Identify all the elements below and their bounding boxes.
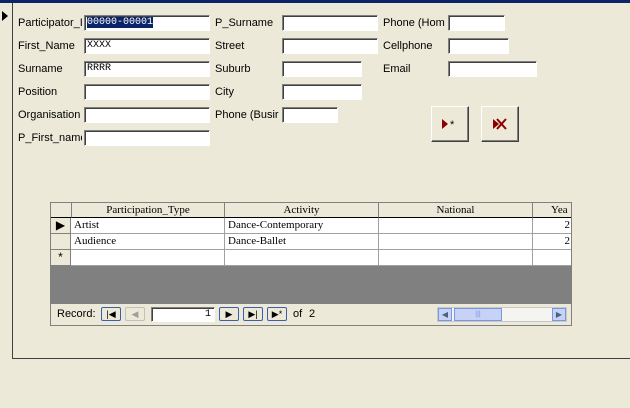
table-cell[interactable] (379, 234, 533, 250)
title-bar-strip (0, 0, 630, 3)
p-first-name-label: P_First_name (18, 132, 82, 144)
new-row-icon: * (58, 250, 63, 264)
scroll-right-arrow-icon[interactable]: ▶ (552, 308, 566, 321)
table-cell[interactable]: Dance-Contemporary (225, 218, 379, 234)
street-label: Street (215, 40, 245, 52)
city-field[interactable] (282, 84, 362, 100)
participator-id-label: Participator_I (18, 17, 82, 29)
table-cell[interactable]: 2 (533, 234, 571, 250)
scroll-thumb[interactable]: ||| (454, 308, 502, 321)
suburb-label: Suburb (215, 63, 251, 75)
column-header-national[interactable]: National (379, 203, 533, 218)
row-selector[interactable]: ▶ (51, 218, 71, 234)
table-cell[interactable]: Artist (71, 218, 225, 234)
form-bottom-border (12, 358, 630, 359)
horizontal-scrollbar[interactable]: ◀ ||| ▶ (437, 307, 567, 322)
p-surname-label: P_Surname (215, 17, 274, 29)
row-selector[interactable] (51, 234, 71, 250)
new-row-cell[interactable] (533, 250, 571, 266)
new-row-cell[interactable] (71, 250, 225, 266)
street-field[interactable] (282, 38, 378, 54)
column-header-year[interactable]: Yea (533, 203, 571, 218)
position-label: Position (18, 86, 58, 98)
organisation-field[interactable] (84, 107, 210, 123)
delete-record-icon (493, 118, 507, 130)
first-record-icon: |◀ (106, 309, 116, 319)
city-label: City (215, 86, 234, 98)
email-label: Email (383, 63, 411, 75)
cellphone-label: Cellphone (383, 40, 433, 52)
surname-field[interactable]: RRRR (84, 61, 210, 77)
next-record-button[interactable]: ▶ (219, 307, 239, 321)
new-row-selector[interactable]: * (51, 250, 71, 266)
new-record-nav-button[interactable]: ▶* (267, 307, 287, 321)
current-record-field[interactable]: 1 (151, 307, 215, 322)
surname-label: Surname (18, 63, 63, 75)
phone-business-label: Phone (Busir (215, 109, 279, 121)
table-cell[interactable] (379, 218, 533, 234)
p-surname-field[interactable] (282, 15, 378, 31)
new-row-cell[interactable] (225, 250, 379, 266)
phone-business-field[interactable] (282, 107, 338, 123)
column-header-activity[interactable]: Activity (225, 203, 379, 218)
previous-record-icon: ◀ (131, 309, 139, 319)
next-record-icon: ▶ (225, 309, 233, 319)
datasheet-empty-area (51, 266, 571, 304)
new-record-button[interactable]: * (431, 106, 469, 142)
participator-id-value: 00000-00001 (87, 17, 154, 28)
record-label: Record: (57, 308, 96, 320)
delete-record-button[interactable] (481, 106, 519, 142)
record-navigator: Record: |◀ ◀ 1 ▶ ▶| ▶* of 2 ◀ ||| ▶ (51, 304, 571, 325)
current-row-icon: ▶ (55, 218, 66, 232)
scroll-left-arrow-icon[interactable]: ◀ (438, 308, 452, 321)
total-records: 2 (309, 308, 316, 320)
svg-text:*: * (450, 119, 455, 130)
column-header-participation-type[interactable]: Participation_Type (72, 203, 225, 218)
new-row-cell[interactable] (379, 250, 533, 266)
organisation-label: Organisation (18, 109, 81, 121)
phone-home-field[interactable] (448, 15, 505, 31)
suburb-field[interactable] (282, 61, 362, 77)
p-first-name-field[interactable] (84, 130, 210, 146)
first-record-button[interactable]: |◀ (101, 307, 121, 321)
first-name-field[interactable]: XXXX (84, 38, 210, 54)
participation-subform[interactable]: Participation_Type Activity National Yea… (50, 202, 572, 326)
participator-id-field[interactable]: 00000-00001 (84, 15, 210, 31)
table-cell[interactable]: Dance-Ballet (225, 234, 379, 250)
first-name-label: First_Name (18, 40, 75, 52)
position-field[interactable] (84, 84, 210, 100)
previous-record-button[interactable]: ◀ (125, 307, 145, 321)
email-field[interactable] (448, 61, 537, 77)
table-cell[interactable]: Audience (71, 234, 225, 250)
phone-home-label: Phone (Hom (383, 17, 445, 29)
new-record-nav-icon: ▶* (271, 309, 283, 319)
cellphone-field[interactable] (448, 38, 509, 54)
last-record-icon: ▶| (248, 309, 258, 319)
last-record-button[interactable]: ▶| (243, 307, 263, 321)
grid-corner[interactable] (51, 203, 72, 218)
record-selector[interactable] (0, 3, 13, 359)
of-label: of (293, 308, 303, 320)
table-cell[interactable]: 2 (533, 218, 571, 234)
current-record-arrow-icon (2, 11, 8, 21)
new-record-icon: * (442, 119, 455, 130)
